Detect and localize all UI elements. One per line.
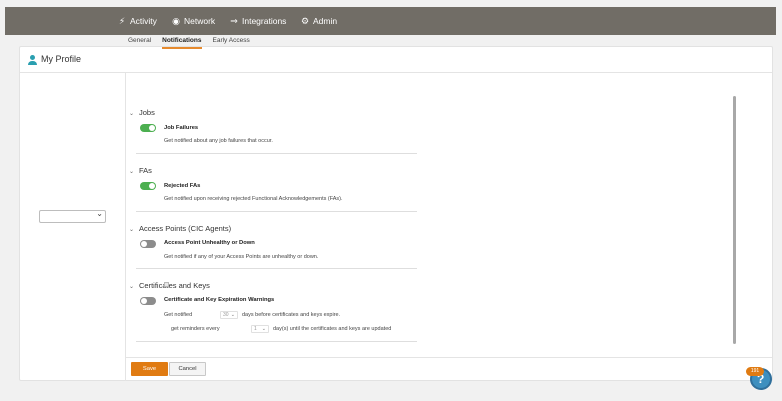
section-jobs-title: Jobs (139, 108, 155, 117)
reminder-checkbox[interactable] (164, 282, 169, 287)
profile-select[interactable]: ⌄ (39, 209, 106, 223)
chevron-down-icon: ⌄ (230, 312, 235, 318)
reminder-days-value: 1 (254, 326, 257, 332)
chevron-down-icon: ⌄ (129, 227, 135, 233)
tab-notifications[interactable]: Notifications (162, 37, 202, 49)
access-point-toggle[interactable] (140, 240, 156, 248)
job-failures-label: Job Failures (164, 125, 199, 131)
cancel-button[interactable]: Cancel (169, 362, 206, 376)
chevron-down-icon: ⌄ (129, 169, 135, 175)
nav-admin[interactable]: ⚙ Admin (300, 7, 337, 35)
divider (136, 153, 417, 154)
divider (136, 341, 417, 342)
chevron-down-icon: ⌄ (261, 326, 266, 332)
top-nav-bar: ⚡ Activity ◉ Network ⇒ Integrations ⚙ Ad… (5, 7, 776, 35)
left-pane: ⌄ (20, 73, 126, 381)
access-point-description: Get notified if any of your Access Point… (164, 254, 319, 260)
tab-early-access[interactable]: Early Access (213, 37, 250, 49)
rejected-fas-label: Rejected FAs (164, 183, 201, 189)
nav-admin-label: Admin (313, 16, 338, 26)
integrations-icon: ⇒ (230, 15, 238, 26)
nav-integrations-label: Integrations (242, 16, 287, 26)
reminder-suffix: day(s) until the certificates and keys a… (273, 326, 392, 332)
reminder-prefix: get reminders every (171, 326, 220, 332)
network-icon: ◉ (172, 15, 180, 26)
gear-icon: ⚙ (300, 15, 310, 26)
section-jobs-header[interactable]: ⌄ Jobs (129, 108, 155, 117)
section-access-points-header[interactable]: ⌄ Access Points (CIC Agents) (129, 224, 231, 233)
job-failures-description: Get notified about any job failures that… (164, 138, 273, 144)
access-point-label: Access Point Unhealthy or Down (164, 240, 255, 246)
nav-activity[interactable]: ⚡ Activity (117, 7, 157, 35)
settings-tabs: General Notifications Early Access (128, 37, 261, 49)
job-failures-toggle[interactable] (140, 124, 156, 132)
nav-network[interactable]: ◉ Network (171, 7, 215, 35)
days-before-suffix: days before certificates and keys expire… (242, 312, 341, 318)
section-access-points-title: Access Points (CIC Agents) (139, 224, 232, 233)
user-icon (28, 55, 37, 66)
tab-general[interactable]: General (128, 37, 151, 49)
activity-icon: ⚡ (118, 15, 126, 26)
section-fas-header[interactable]: ⌄ FAs (129, 166, 152, 175)
certificate-expiration-toggle[interactable] (140, 297, 156, 305)
rejected-fas-description: Get notified upon receiving rejected Fun… (164, 196, 343, 202)
divider (136, 268, 417, 269)
chevron-down-icon: ⌄ (129, 284, 135, 290)
get-notified-text: Get notified (164, 312, 193, 318)
notification-badge: 191 (746, 367, 764, 376)
nav-network-label: Network (184, 16, 216, 26)
chevron-down-icon: ⌄ (129, 111, 135, 117)
rejected-fas-toggle[interactable] (140, 182, 156, 190)
section-certificates-title: Certificates and Keys (139, 281, 210, 290)
page-title: My Profile (41, 54, 82, 64)
save-button[interactable]: Save (131, 362, 168, 376)
card-header: My Profile (20, 47, 772, 73)
nav-activity-label: Activity (130, 16, 157, 26)
days-before-value: 30 (223, 312, 229, 318)
chevron-down-icon: ⌄ (96, 209, 103, 218)
nav-integrations[interactable]: ⇒ Integrations (229, 7, 286, 35)
reminder-days-select[interactable]: 1 ⌄ (251, 325, 269, 333)
divider (136, 211, 417, 212)
section-certificates-header[interactable]: ⌄ Certificates and Keys (129, 281, 210, 290)
profile-card: My Profile ⌄ (19, 46, 773, 381)
certificate-expiration-label: Certificate and Key Expiration Warnings (164, 297, 275, 303)
section-fas-title: FAs (139, 166, 152, 175)
days-before-select[interactable]: 30 ⌄ (220, 311, 238, 319)
scrollbar[interactable] (733, 96, 736, 344)
footer-bar (126, 357, 772, 380)
